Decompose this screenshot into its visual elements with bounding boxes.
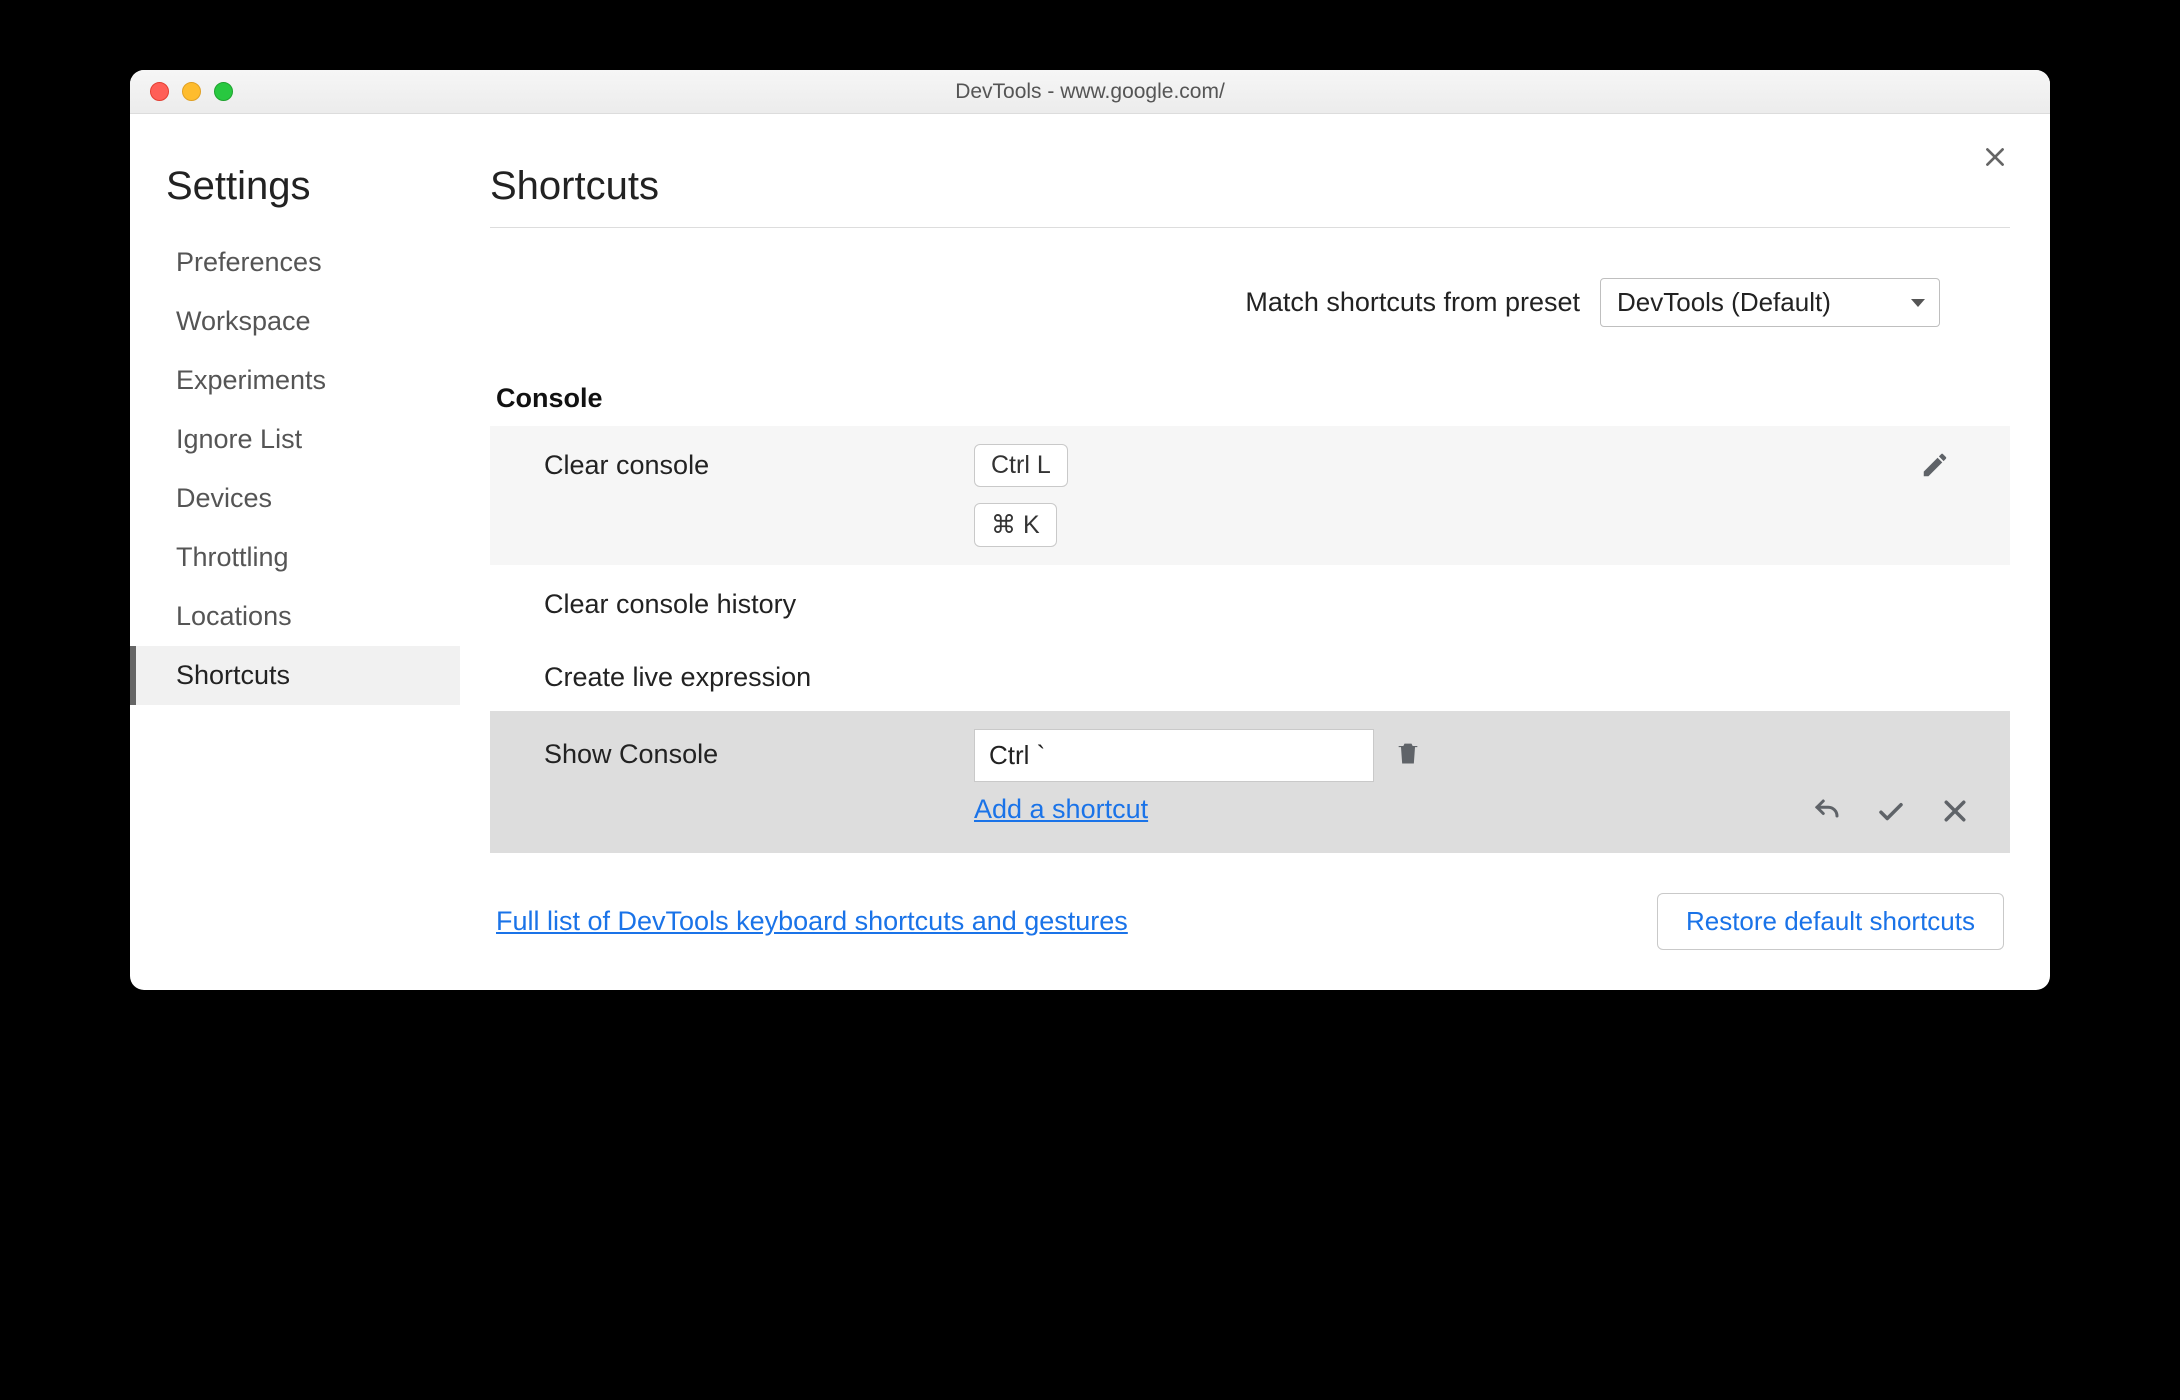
shortcut-row-clear-history: Clear console history [490,565,2010,638]
sidebar-item-throttling[interactable]: Throttling [130,528,460,587]
settings-main: Shortcuts Match shortcuts from preset De… [460,134,2020,960]
sidebar-item-workspace[interactable]: Workspace [130,292,460,351]
shortcut-label: Show Console [544,729,974,770]
shortcut-row-clear-console: Clear console Ctrl L ⌘ K [490,426,2010,565]
sidebar-item-devices[interactable]: Devices [130,469,460,528]
trash-icon[interactable] [1394,739,1422,772]
close-icon[interactable] [1982,144,2008,175]
shortcut-input-row [974,729,1422,782]
undo-icon[interactable] [1812,796,1842,831]
shortcut-row-create-live-expression: Create live expression [490,638,2010,711]
sidebar-item-experiments[interactable]: Experiments [130,351,460,410]
shortcut-edit-actions [1812,796,1970,831]
shortcut-keys: Ctrl L ⌘ K [974,444,1068,547]
minimize-window-button[interactable] [182,82,201,101]
window-title: DevTools - www.google.com/ [130,80,2050,104]
preset-label: Match shortcuts from preset [1245,287,1580,318]
page-title: Shortcuts [490,164,2010,209]
full-shortcuts-link[interactable]: Full list of DevTools keyboard shortcuts… [496,906,1128,937]
close-window-button[interactable] [150,82,169,101]
preset-select[interactable]: DevTools (Default) [1600,278,1940,327]
sidebar-heading: Settings [166,164,460,209]
sidebar-item-ignore-list[interactable]: Ignore List [130,410,460,469]
sidebar-item-locations[interactable]: Locations [130,587,460,646]
shortcut-label: Clear console [544,444,974,481]
preset-selected-value: DevTools (Default) [1617,287,1831,317]
cancel-icon[interactable] [1940,796,1970,831]
section-console-title: Console [490,383,2010,414]
window-titlebar: DevTools - www.google.com/ [130,70,2050,114]
shortcut-input[interactable] [974,729,1374,782]
zoom-window-button[interactable] [214,82,233,101]
preset-row: Match shortcuts from preset DevTools (De… [490,278,2010,327]
settings-sidebar: Settings Preferences Workspace Experimen… [130,134,460,960]
add-shortcut-link[interactable]: Add a shortcut [974,794,1148,825]
shortcut-row-show-console-editing: Show Console Add a shortcut [490,711,2010,853]
shortcut-label: Create live expression [544,656,974,693]
shortcut-edit-column: Add a shortcut [974,729,1422,825]
shortcuts-footer: Full list of DevTools keyboard shortcuts… [490,893,2010,960]
sidebar-item-preferences[interactable]: Preferences [130,233,460,292]
sidebar-item-shortcuts[interactable]: Shortcuts [130,646,460,705]
devtools-window: DevTools - www.google.com/ Settings Pref… [130,70,2050,990]
shortcut-label: Clear console history [544,583,974,620]
key-chip: ⌘ K [974,503,1057,547]
title-divider [490,227,2010,228]
settings-content: Settings Preferences Workspace Experimen… [130,114,2050,990]
restore-defaults-button[interactable]: Restore default shortcuts [1657,893,2004,950]
check-icon[interactable] [1876,796,1906,831]
edit-icon[interactable] [1920,450,1950,485]
key-chip: Ctrl L [974,444,1068,487]
traffic-lights [130,82,233,101]
